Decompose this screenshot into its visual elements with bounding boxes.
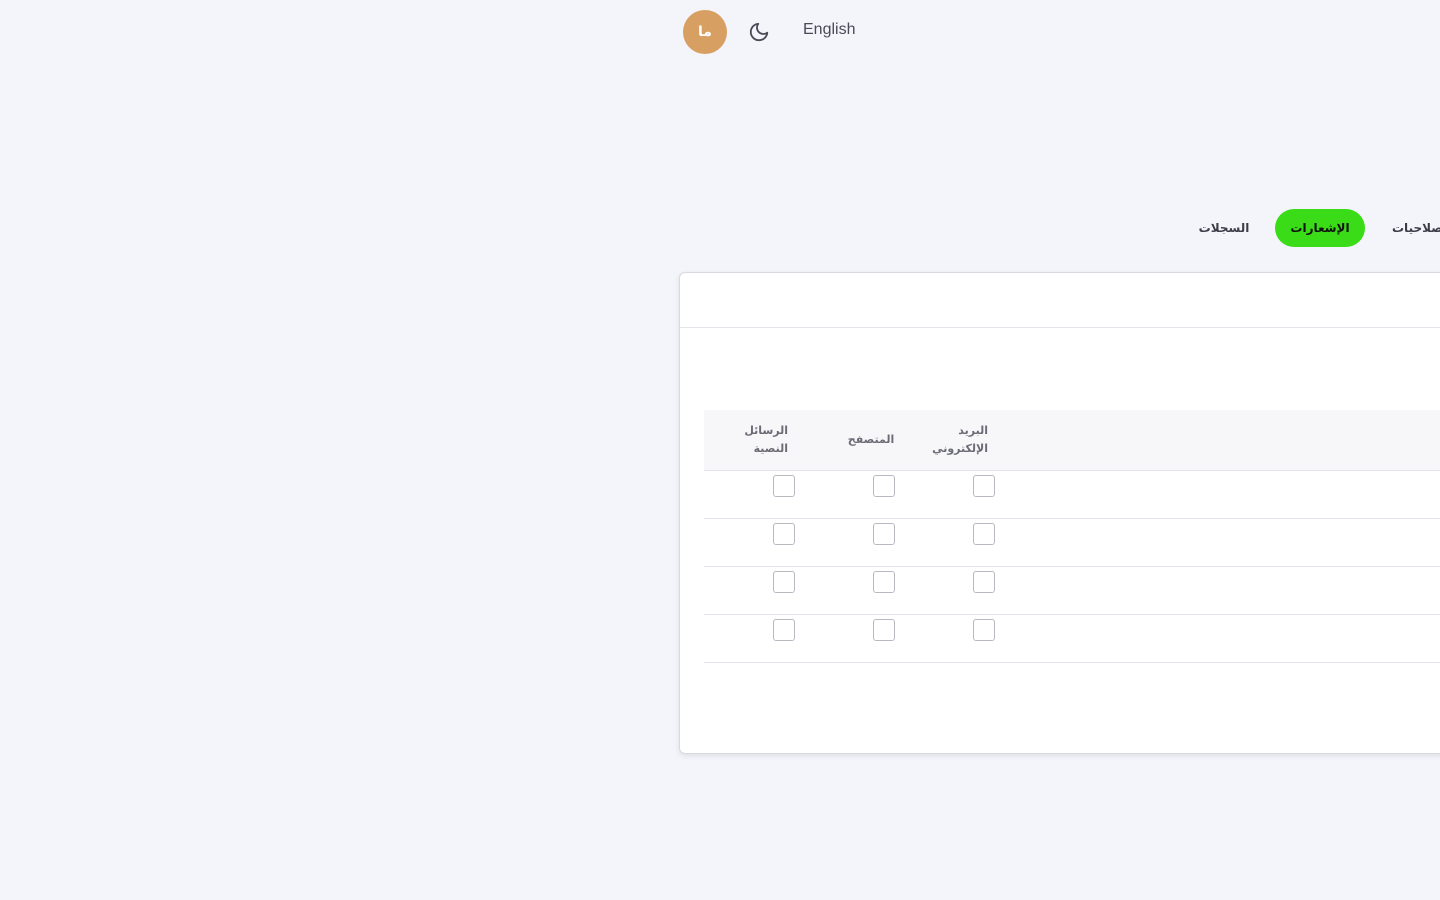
table-row: [704, 471, 1440, 519]
browser-checkbox[interactable]: [873, 475, 895, 497]
email-checkbox[interactable]: [973, 475, 995, 497]
table-row: [704, 615, 1440, 663]
browser-checkbox[interactable]: [873, 571, 895, 593]
tab-bar: السجلات الإشعارات صلاحيات: [0, 208, 1440, 248]
notifications-card: الرسائل النصية المتصفح البريد الإلكتروني: [679, 272, 1440, 754]
sms-checkbox[interactable]: [773, 619, 795, 641]
notifications-table: الرسائل النصية المتصفح البريد الإلكتروني: [704, 410, 1440, 663]
column-header-email: البريد الإلكتروني: [932, 424, 988, 455]
email-checkbox[interactable]: [973, 571, 995, 593]
top-bar: ما English: [0, 0, 1440, 64]
card-header: [680, 273, 1440, 328]
sms-checkbox[interactable]: [773, 571, 795, 593]
table-row: [704, 519, 1440, 567]
browser-checkbox[interactable]: [873, 523, 895, 545]
sms-checkbox[interactable]: [773, 475, 795, 497]
column-header-sms: الرسائل النصية: [744, 424, 788, 455]
browser-checkbox[interactable]: [873, 619, 895, 641]
theme-toggle-button[interactable]: [746, 19, 772, 45]
sms-checkbox[interactable]: [773, 523, 795, 545]
table-row: [704, 567, 1440, 615]
tab-logs[interactable]: السجلات: [1190, 208, 1258, 248]
moon-icon: [749, 22, 769, 42]
email-checkbox[interactable]: [973, 523, 995, 545]
email-checkbox[interactable]: [973, 619, 995, 641]
table-header: الرسائل النصية المتصفح البريد الإلكتروني: [704, 410, 1440, 471]
language-switch[interactable]: English: [796, 18, 862, 42]
avatar[interactable]: ما: [683, 10, 727, 54]
tab-permissions[interactable]: صلاحيات: [1380, 208, 1440, 248]
tab-notifications[interactable]: الإشعارات: [1275, 209, 1365, 247]
